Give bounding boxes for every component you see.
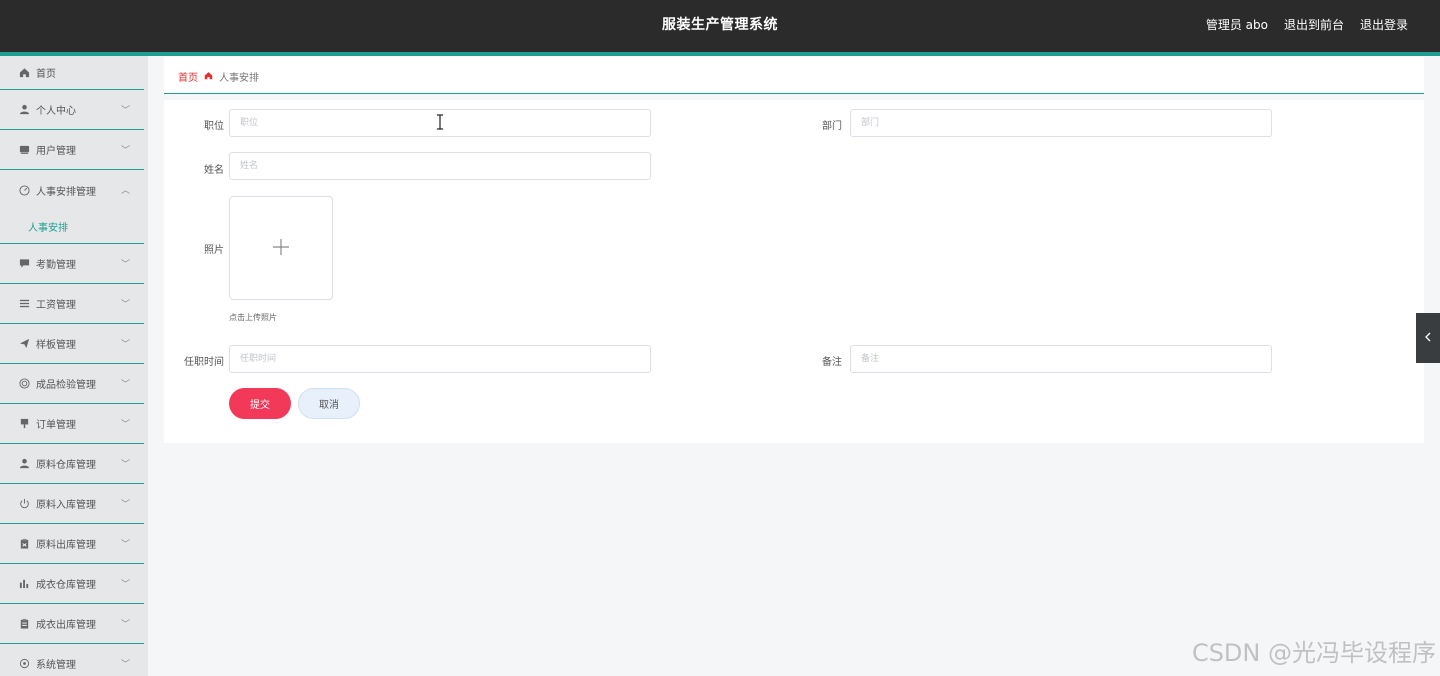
sidebar-item-users[interactable]: 用户管理 ﹀ [0,130,144,170]
sidebar-item-label: 考勤管理 [36,260,76,271]
sidebar-item-label: 成衣仓库管理 [36,580,96,591]
sidebar-item-label: 个人中心 [36,106,76,117]
sidebar-subitem-personnel[interactable]: 人事安排 [0,210,144,244]
clipboard-icon [18,538,30,550]
plus-icon [272,233,290,263]
sidebar-item-label: 系统管理 [36,660,76,671]
breadcrumb-home[interactable]: 首页 [178,69,198,84]
list-icon [18,298,30,310]
sidebar-item-raw-outbound[interactable]: 原料出库管理 ﹀ [0,524,144,564]
chevron-down-icon: ﹀ [120,500,130,510]
bar-chart-icon [18,578,30,590]
sidebar-item-home[interactable]: 首页 [0,56,144,90]
sidebar: 首页 个人中心 ﹀ 用户管理 ﹀ 人事安排管理 ︿ 人事安排 考勤管理 ﹀ 工资… [0,56,148,676]
chevron-left-icon [1424,331,1432,345]
time-label: 任职时间 [184,357,224,368]
sidebar-item-label: 样板管理 [36,340,76,351]
sidebar-item-label: 成品检验管理 [36,380,96,391]
chat-icon [18,258,30,270]
chevron-down-icon: ﹀ [120,540,130,550]
position-label: 职位 [204,121,224,132]
chevron-down-icon: ﹀ [120,380,130,390]
sidebar-item-label: 人事安排管理 [36,186,96,198]
power-icon [18,498,30,510]
name-label: 姓名 [204,165,224,176]
side-panel-toggle[interactable] [1416,313,1440,363]
breadcrumb: 首页 人事安排 [178,69,259,84]
sidebar-item-label: 用户管理 [36,146,76,157]
sidebar-item-label: 原料入库管理 [36,500,96,511]
chevron-down-icon: ﹀ [120,260,130,270]
top-header: 服装生产管理系统 管理员 abo 退出到前台 退出登录 [0,0,1440,52]
time-input[interactable] [229,345,651,373]
logout-link[interactable]: 退出登录 [1360,16,1408,33]
sidebar-item-label: 首页 [36,69,56,80]
cancel-button[interactable]: 取消 [298,388,360,419]
home-icon [204,71,213,83]
card-icon [18,144,30,156]
dept-label: 部门 [822,121,842,132]
sidebar-item-label: 工资管理 [36,300,76,311]
sidebar-item-label: 成衣出库管理 [36,620,96,631]
sidebar-item-garment-outbound[interactable]: 成衣出库管理 ﹀ [0,604,144,644]
current-user: 管理员 abo [1205,18,1268,32]
upload-hint: 点击上传照片 [229,313,277,322]
chevron-down-icon: ﹀ [120,420,130,430]
sidebar-item-orders[interactable]: 订单管理 ﹀ [0,404,144,444]
chevron-down-icon: ﹀ [120,620,130,630]
dept-input[interactable] [850,109,1272,137]
text-cursor-icon [436,114,444,130]
chevron-down-icon: ﹀ [120,580,130,590]
home-icon [18,67,30,79]
breadcrumb-bar: 首页 人事安排 [164,56,1424,94]
sidebar-item-system[interactable]: 系统管理 ﹀ [0,644,144,676]
target-icon [18,378,30,390]
chevron-down-icon: ﹀ [120,340,130,350]
sidebar-item-samples[interactable]: 样板管理 ﹀ [0,324,144,364]
sidebar-item-salary[interactable]: 工资管理 ﹀ [0,284,144,324]
watermark: CSDN @光冯毕设程序 [1191,639,1436,667]
breadcrumb-current: 人事安排 [219,73,259,84]
front-link[interactable]: 退出到前台 [1284,16,1344,33]
person-icon [18,104,30,116]
chevron-down-icon: ﹀ [120,146,130,156]
chevron-down-icon: ﹀ [120,460,130,470]
sidebar-item-label: 订单管理 [36,420,76,431]
photo-upload[interactable] [229,196,333,300]
sidebar-item-personnel[interactable]: 人事安排管理 ︿ [0,170,144,210]
gear-icon [18,658,30,670]
note-input[interactable] [850,345,1272,373]
user-icon [18,458,30,470]
sidebar-item-raw-warehouse[interactable]: 原料仓库管理 ﹀ [0,444,144,484]
form-panel: 职位 部门 姓名 照片 点击上传照片 任职时间 备注 提交 取消 [164,100,1424,443]
chevron-up-icon: ︿ [120,186,130,196]
sidebar-item-raw-inbound[interactable]: 原料入库管理 ﹀ [0,484,144,524]
sidebar-item-garment-warehouse[interactable]: 成衣仓库管理 ﹀ [0,564,144,604]
sidebar-item-inspection[interactable]: 成品检验管理 ﹀ [0,364,144,404]
chevron-down-icon: ﹀ [120,300,130,310]
photo-label: 照片 [204,245,224,256]
send-icon [18,338,30,350]
pin-icon [18,418,30,430]
sidebar-item-label: 原料仓库管理 [36,460,96,471]
sidebar-item-attendance[interactable]: 考勤管理 ﹀ [0,244,144,284]
chevron-down-icon: ﹀ [120,660,130,670]
submit-button[interactable]: 提交 [229,388,291,419]
header-actions: 管理员 abo 退出到前台 退出登录 [1206,16,1408,33]
clipboard-icon [18,618,30,630]
name-input[interactable] [229,152,651,180]
sidebar-item-label: 原料出库管理 [36,540,96,551]
chevron-down-icon: ﹀ [120,106,130,116]
note-label: 备注 [822,357,842,368]
sidebar-item-personal[interactable]: 个人中心 ﹀ [0,90,144,130]
dashboard-icon [18,184,30,196]
